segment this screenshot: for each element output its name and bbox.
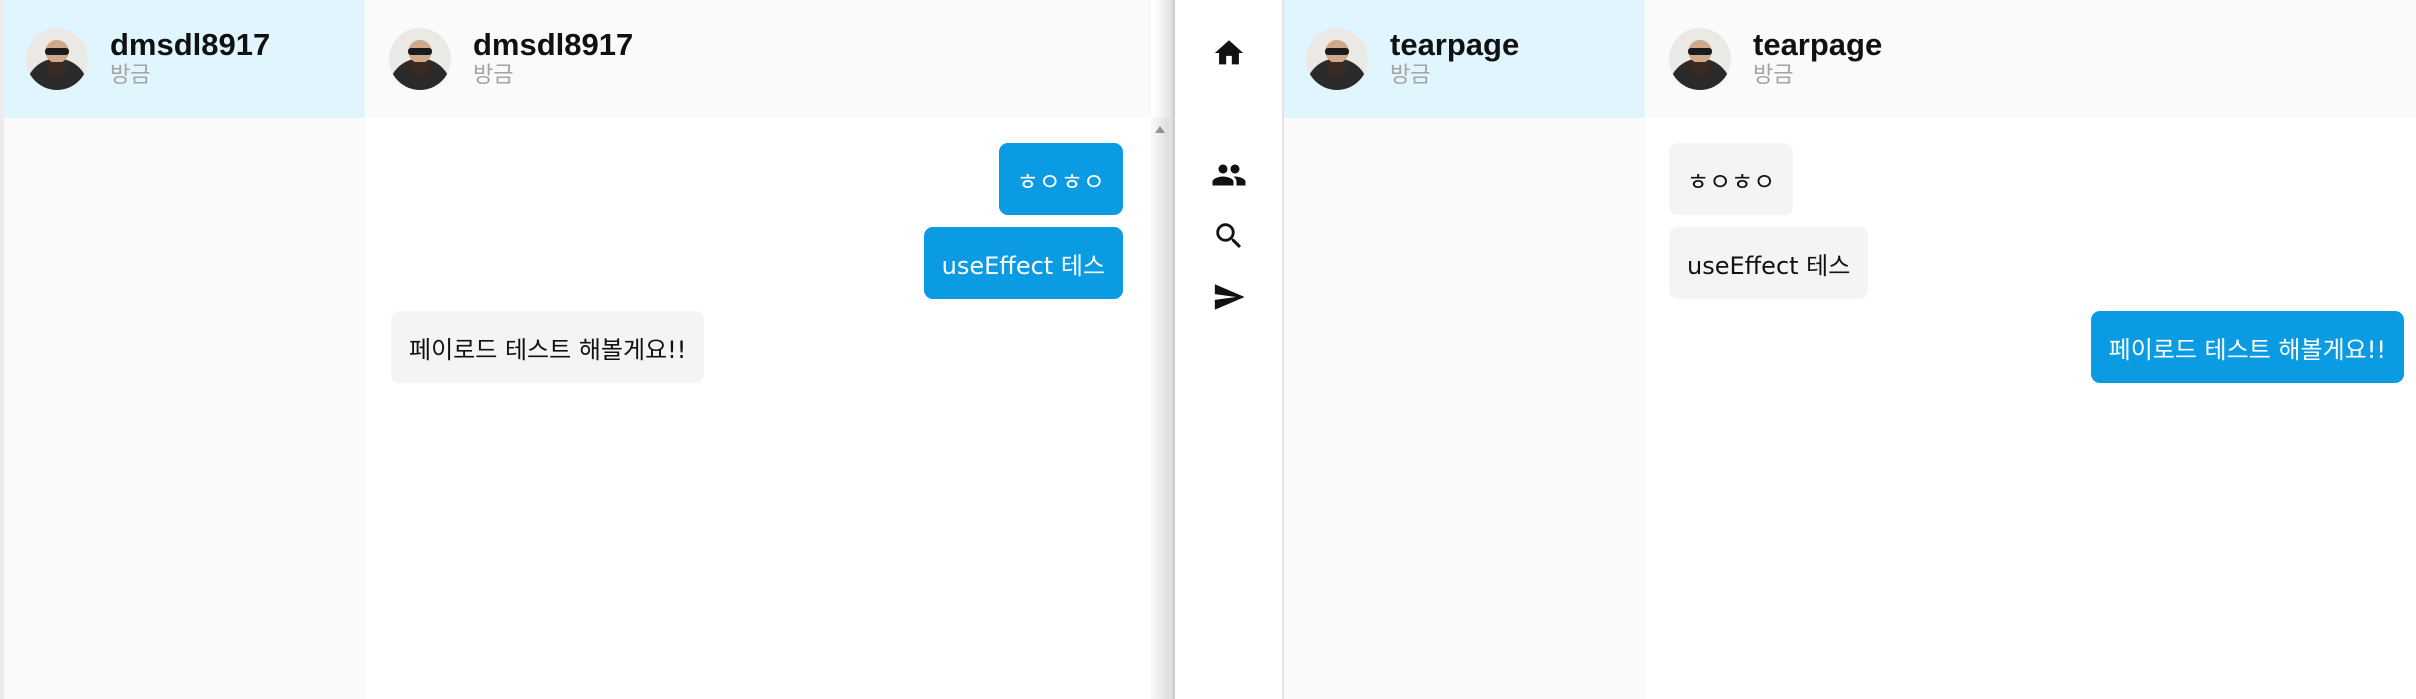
chat-header-time: 방금 bbox=[473, 63, 514, 89]
conversation-list: tearpage 방금 bbox=[1284, 0, 1645, 699]
message-list: ㅎㅇㅎㅇ useEffect 테스 페이로드 테스트 해볼게요!! bbox=[1645, 118, 2416, 699]
screen: dmsdl8917 방금 dmsdl8917 방금 ㅎㅇㅎㅇ useEffect… bbox=[0, 0, 2416, 699]
left-chat-window: dmsdl8917 방금 dmsdl8917 방금 ㅎㅇㅎㅇ useEffect… bbox=[0, 0, 1179, 699]
conversation-list: dmsdl8917 방금 bbox=[4, 0, 365, 699]
home-icon bbox=[1214, 40, 1244, 65]
avatar bbox=[26, 28, 88, 90]
conversation-item[interactable]: dmsdl8917 방금 bbox=[4, 0, 365, 118]
chat-header-name: tearpage bbox=[1753, 27, 1883, 63]
conversation-time: 방금 bbox=[1390, 63, 1431, 89]
message-bubble: useEffect 테스 bbox=[1669, 227, 1869, 299]
search-icon bbox=[1216, 223, 1242, 249]
message-list: ㅎㅇㅎㅇ useEffect 테스 페이로드 테스트 해볼게요!! bbox=[365, 118, 1151, 699]
home-button[interactable] bbox=[1202, 26, 1256, 80]
chat-header-time: 방금 bbox=[1753, 63, 1794, 89]
conversation-time: 방금 bbox=[110, 63, 151, 89]
conversation-name: dmsdl8917 bbox=[110, 27, 271, 63]
message-bubble: 페이로드 테스트 해볼게요!! bbox=[391, 311, 705, 383]
send-button[interactable] bbox=[1202, 270, 1256, 324]
send-icon bbox=[1214, 284, 1245, 310]
nav-rail bbox=[1175, 0, 1284, 699]
chat-header: tearpage 방금 bbox=[1645, 0, 2416, 118]
avatar bbox=[1306, 28, 1368, 90]
conversation-item[interactable]: tearpage 방금 bbox=[1284, 0, 1645, 118]
avatar bbox=[389, 28, 451, 90]
message-bubble: 페이로드 테스트 해볼게요!! bbox=[2090, 311, 2404, 383]
conversation-name: tearpage bbox=[1390, 27, 1520, 63]
people-icon bbox=[1212, 164, 1246, 186]
chat-header: dmsdl8917 방금 bbox=[365, 0, 1151, 118]
message-bubble: useEffect 테스 bbox=[923, 227, 1123, 299]
right-chat-window: tearpage 방금 tearpage 방금 ㅎㅇㅎㅇ useEffect 테… bbox=[1284, 0, 2416, 699]
message-bubble: ㅎㅇㅎㅇ bbox=[998, 143, 1123, 215]
friends-button[interactable] bbox=[1202, 148, 1256, 202]
chat-header-name: dmsdl8917 bbox=[473, 27, 634, 63]
message-bubble: ㅎㅇㅎㅇ bbox=[1669, 143, 1794, 215]
search-button[interactable] bbox=[1202, 209, 1256, 263]
avatar bbox=[1669, 28, 1731, 90]
